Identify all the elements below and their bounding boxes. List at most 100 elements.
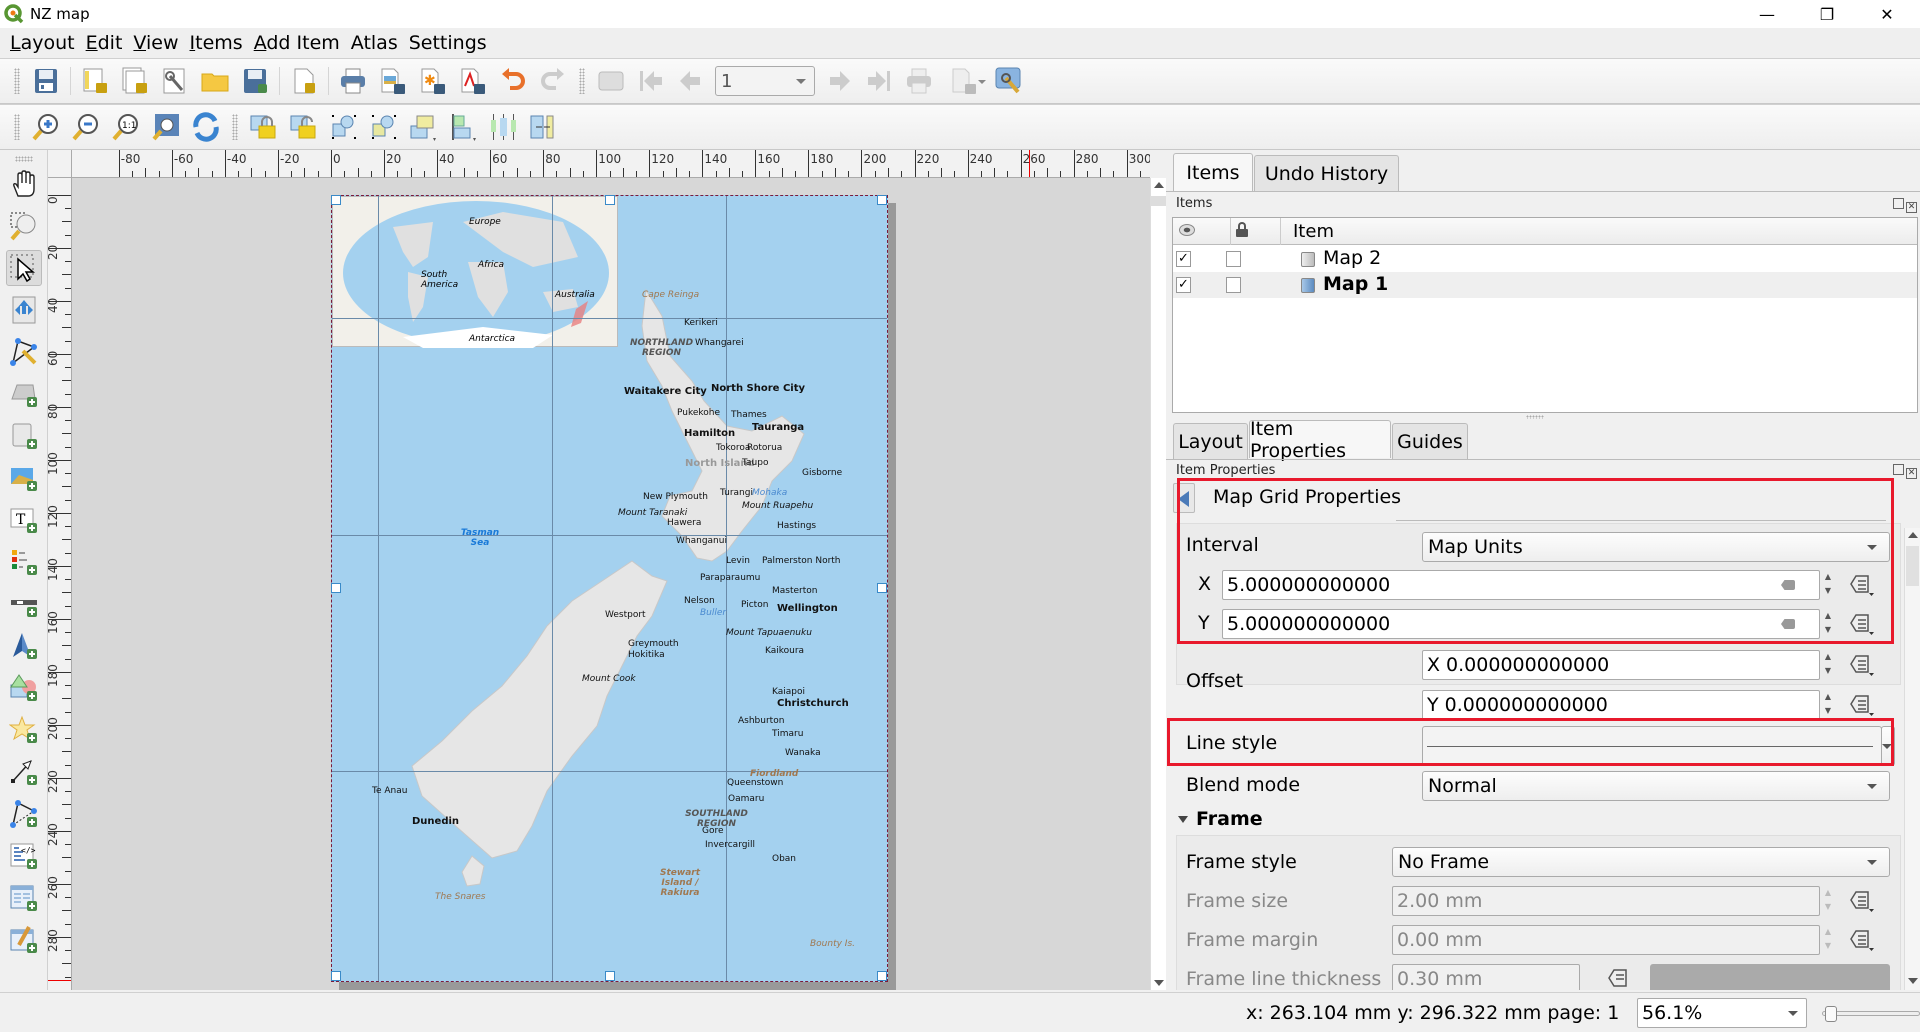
tab-item-properties[interactable]: Item Properties bbox=[1249, 418, 1391, 462]
frame-size-spinner[interactable]: ▲ ▼ bbox=[1821, 886, 1835, 916]
menu-settings[interactable]: Settings bbox=[409, 32, 487, 54]
resize-handle[interactable] bbox=[331, 971, 341, 981]
vertical-ruler[interactable]: 0 20 40 60 80 100 120 140 160 180 200 220 240 260 280 bbox=[48, 178, 72, 990]
toolbox-grip[interactable] bbox=[15, 156, 33, 162]
float-icon[interactable] bbox=[1893, 464, 1904, 475]
export-image-button[interactable] bbox=[376, 64, 410, 98]
item-name[interactable]: Map 1 bbox=[1323, 273, 1388, 295]
horizontal-ruler[interactable]: -80 -60 -40 -20 0 20 40 60 80 100 120 140 160 180 200 2… bbox=[72, 150, 1150, 178]
frame-margin-spinner[interactable]: ▲ ▼ bbox=[1821, 925, 1835, 955]
resize-handle[interactable] bbox=[331, 195, 341, 205]
visibility-checkbox[interactable]: ✓ bbox=[1176, 277, 1191, 293]
add-map-tool[interactable] bbox=[6, 376, 42, 412]
data-defined-override-button[interactable] bbox=[1848, 927, 1876, 953]
atlas-previous-button[interactable] bbox=[674, 64, 708, 98]
add-page-button[interactable] bbox=[287, 64, 321, 98]
toolbar-grip[interactable] bbox=[14, 68, 20, 94]
pan-tool[interactable] bbox=[6, 166, 42, 202]
add-3d-map-tool[interactable] bbox=[6, 418, 42, 454]
add-north-arrow-tool[interactable] bbox=[6, 628, 42, 664]
add-picture-tool[interactable] bbox=[6, 460, 42, 496]
resize-items-button[interactable] bbox=[527, 110, 561, 144]
item-row-map-2[interactable]: ✓ Map 2 bbox=[1173, 246, 1917, 272]
edit-nodes-tool[interactable] bbox=[6, 334, 42, 370]
open-template-button[interactable] bbox=[198, 64, 232, 98]
tab-items[interactable]: Items bbox=[1173, 153, 1253, 191]
add-legend-tool[interactable] bbox=[6, 544, 42, 580]
zoom-slider[interactable] bbox=[1822, 1006, 1920, 1022]
select-move-tool[interactable] bbox=[6, 250, 42, 286]
zoom-100-button[interactable]: 1:1 bbox=[109, 110, 143, 144]
data-defined-override-button[interactable] bbox=[1848, 652, 1876, 678]
scroll-down-icon[interactable] bbox=[1908, 978, 1918, 984]
zoom-full-button[interactable] bbox=[149, 110, 183, 144]
menu-layout[interactable]: Layout bbox=[10, 32, 75, 54]
tab-undo-history[interactable]: Undo History bbox=[1254, 155, 1399, 191]
save-button[interactable] bbox=[29, 64, 63, 98]
lock-checkbox[interactable] bbox=[1226, 277, 1241, 293]
add-fixed-table-tool[interactable] bbox=[6, 922, 42, 958]
add-arrow-tool[interactable] bbox=[6, 754, 42, 790]
resize-handle[interactable] bbox=[605, 195, 615, 205]
scrollbar-thumb[interactable] bbox=[1906, 546, 1919, 586]
print-button[interactable] bbox=[336, 64, 370, 98]
frame-group-header[interactable]: Frame bbox=[1196, 808, 1263, 830]
zoom-out-button[interactable] bbox=[69, 110, 103, 144]
collapse-arrow-icon[interactable] bbox=[1178, 816, 1188, 823]
close-panel-icon[interactable]: ✕ bbox=[1906, 202, 1917, 213]
menu-atlas[interactable]: Atlas bbox=[351, 32, 398, 54]
resize-handle[interactable] bbox=[877, 195, 887, 205]
scroll-down-icon[interactable] bbox=[1154, 980, 1164, 986]
lock-checkbox[interactable] bbox=[1226, 251, 1241, 267]
layout-manager-button[interactable] bbox=[158, 64, 192, 98]
tab-layout[interactable]: Layout bbox=[1173, 423, 1248, 459]
undo-button[interactable] bbox=[496, 64, 530, 98]
save-as-template-button[interactable] bbox=[238, 64, 272, 98]
atlas-settings-button[interactable] bbox=[992, 64, 1026, 98]
scroll-up-icon[interactable] bbox=[1908, 532, 1918, 538]
unlock-items-button[interactable] bbox=[287, 110, 321, 144]
maximize-button[interactable]: ❐ bbox=[1804, 0, 1850, 28]
toolbar-grip[interactable] bbox=[232, 114, 238, 140]
align-items-button[interactable] bbox=[447, 110, 481, 144]
menu-edit[interactable]: Edit bbox=[86, 32, 123, 54]
resize-handle[interactable] bbox=[605, 971, 615, 981]
item-row-map-1[interactable]: ✓ Map 1 bbox=[1173, 272, 1917, 298]
canvas-vertical-scrollbar[interactable] bbox=[1150, 178, 1166, 990]
toolbar-grip[interactable] bbox=[14, 114, 20, 140]
menu-view[interactable]: View bbox=[133, 32, 178, 54]
refresh-button[interactable] bbox=[189, 110, 223, 144]
blend-mode-combo[interactable]: Normal bbox=[1422, 771, 1890, 801]
data-defined-override-button[interactable] bbox=[1606, 966, 1634, 990]
export-svg-button[interactable]: ✱ bbox=[416, 64, 450, 98]
item-name[interactable]: Map 2 bbox=[1323, 247, 1381, 269]
add-label-tool[interactable]: T bbox=[6, 502, 42, 538]
atlas-last-button[interactable] bbox=[862, 64, 896, 98]
offset-x-input[interactable]: X 0.000000000000 bbox=[1422, 650, 1820, 680]
float-icon[interactable] bbox=[1893, 198, 1904, 209]
atlas-next-button[interactable] bbox=[822, 64, 856, 98]
close-button[interactable]: ✕ bbox=[1864, 0, 1910, 28]
minimize-button[interactable]: — bbox=[1744, 0, 1790, 28]
splitter-handle[interactable] bbox=[1526, 415, 1544, 419]
new-layout-button[interactable] bbox=[78, 64, 112, 98]
distribute-items-button[interactable] bbox=[487, 110, 521, 144]
frame-style-combo[interactable]: No Frame bbox=[1392, 847, 1890, 877]
raise-items-button[interactable] bbox=[407, 110, 441, 144]
export-pdf-button[interactable] bbox=[456, 64, 490, 98]
toolbar-grip[interactable] bbox=[579, 68, 585, 94]
zoom-combo[interactable]: 56.1% bbox=[1637, 998, 1807, 1028]
dock-float-close-buttons[interactable]: ✕ bbox=[1893, 198, 1917, 213]
items-tree[interactable]: Item ✓ Map 2 ✓ Map 1 bbox=[1172, 217, 1918, 413]
deselect-button[interactable] bbox=[367, 110, 401, 144]
resize-handle[interactable] bbox=[331, 583, 341, 593]
menu-items[interactable]: Items bbox=[190, 32, 243, 54]
zoom-in-button[interactable] bbox=[29, 110, 63, 144]
zoom-tool[interactable] bbox=[6, 208, 42, 244]
move-content-tool[interactable] bbox=[6, 292, 42, 328]
add-marker-tool[interactable] bbox=[6, 712, 42, 748]
frame-line-thickness-input[interactable]: 0.30 mm bbox=[1392, 964, 1580, 990]
resize-handle[interactable] bbox=[877, 971, 887, 981]
map-1-item[interactable]: Europe Africa South America Australia An… bbox=[331, 195, 888, 982]
resize-handle[interactable] bbox=[877, 583, 887, 593]
